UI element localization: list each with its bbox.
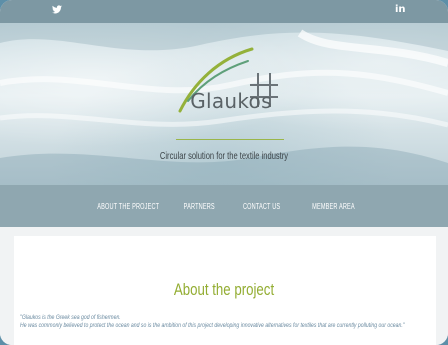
divider — [176, 139, 284, 140]
linkedin-icon[interactable]: in — [395, 3, 406, 17]
brand-tagline: Circular solution for the textile indust… — [159, 150, 289, 162]
nav-item-contact[interactable]: CONTACT US — [243, 202, 280, 211]
browser-viewport: in Glaukos Circular solution for the tex… — [0, 0, 448, 345]
social-top-bar: in — [0, 0, 448, 23]
main-navigation: ABOUT THE PROJECT PARTNERS CONTACT US ME… — [0, 185, 448, 227]
about-title: About the project — [173, 280, 275, 299]
twitter-icon[interactable] — [52, 3, 62, 14]
brand-name: Glaukos — [190, 89, 272, 113]
nav-item-partners[interactable]: PARTNERS — [184, 202, 215, 211]
nav-item-about[interactable]: ABOUT THE PROJECT — [98, 202, 160, 211]
nav-item-member-area[interactable]: MEMBER AREA — [312, 202, 355, 211]
about-quote-line-1: "Glaukos is the Greek sea god of fisherm… — [20, 314, 121, 321]
about-quote-line-2: He was commonly believed to protect the … — [20, 322, 405, 329]
hero-banner: Glaukos Circular solution for the textil… — [0, 23, 448, 185]
